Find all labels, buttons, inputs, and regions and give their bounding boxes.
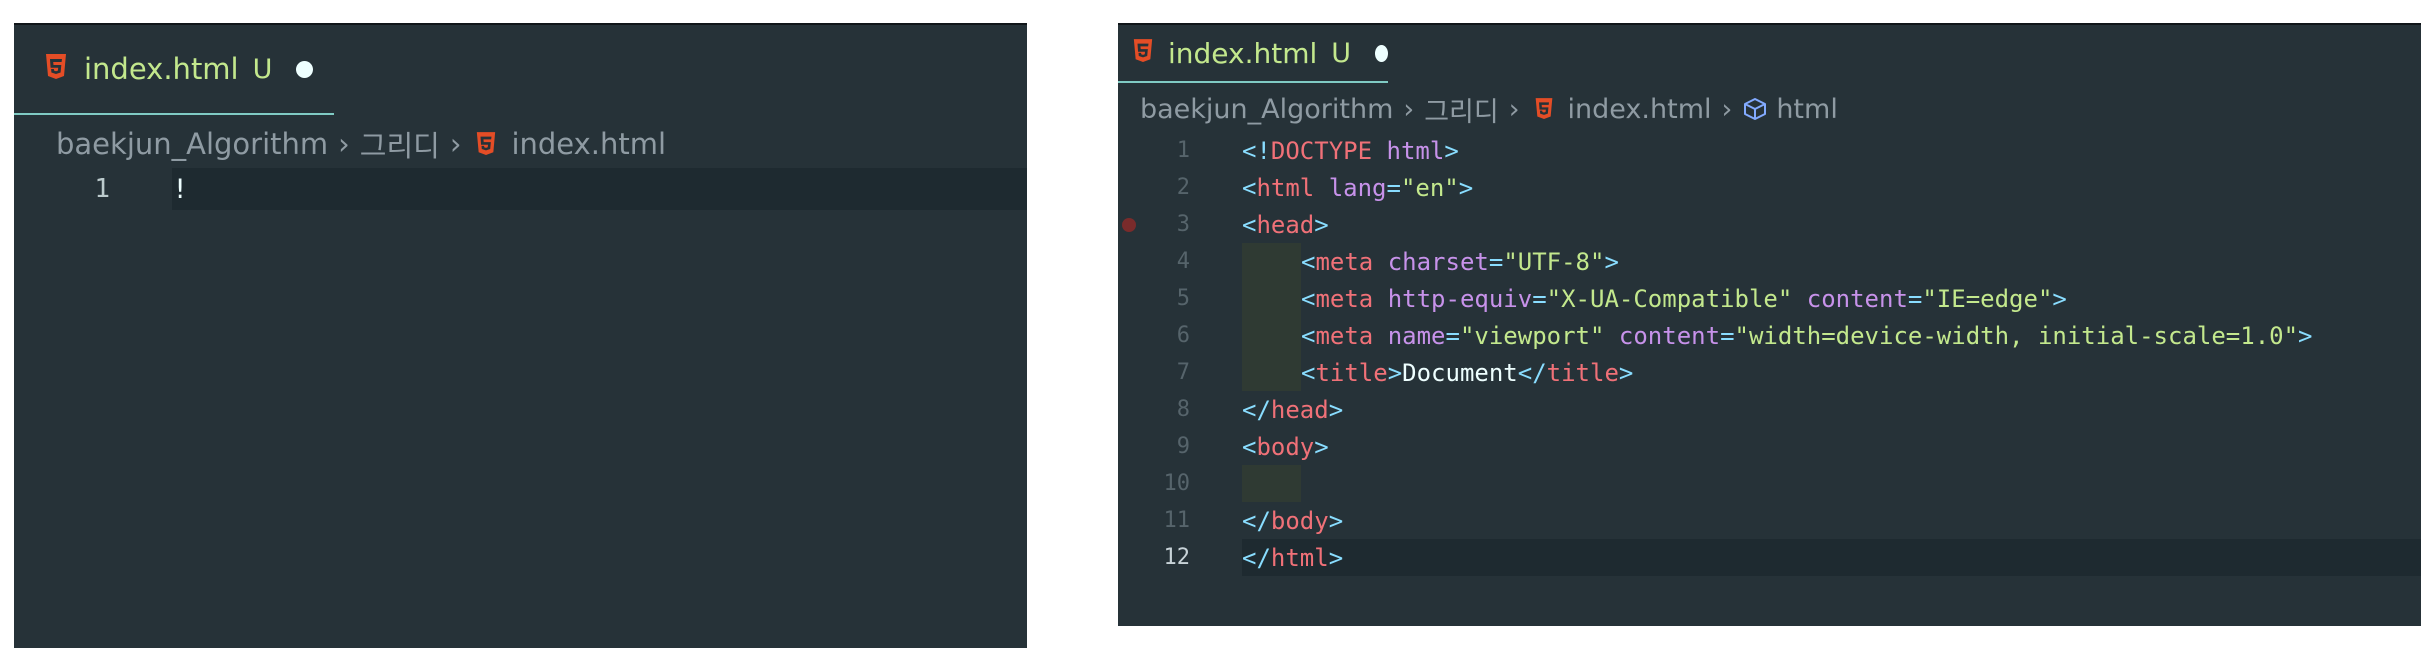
- code-text[interactable]: </html>: [1242, 544, 1343, 572]
- code-editor[interactable]: 1 !: [14, 168, 1027, 210]
- breadcrumb-symbol[interactable]: html: [1776, 94, 1838, 125]
- tab-filename: index.html: [1168, 36, 1318, 70]
- chevron-right-icon: ›: [1403, 93, 1415, 125]
- active-line-highlight: [172, 168, 1027, 210]
- breadcrumb: baekjun_Algorithm › 그리디 › index.html: [56, 122, 666, 166]
- unsaved-dot-icon[interactable]: [1375, 44, 1388, 62]
- chevron-right-icon: ›: [1508, 93, 1520, 125]
- code-text[interactable]: <meta name="viewport" content="width=dev…: [1301, 322, 2313, 350]
- code-line[interactable]: 6 <meta name="viewport" content="width=d…: [1118, 317, 2421, 354]
- code-line[interactable]: 7 <title>Document</title>: [1118, 354, 2421, 391]
- html5-file-icon: [475, 131, 497, 157]
- code-line[interactable]: 10: [1118, 465, 2421, 502]
- indent-guide: [1242, 280, 1301, 317]
- code-line[interactable]: 4 <meta charset="UTF-8">: [1118, 243, 2421, 280]
- code-line[interactable]: 5 <meta http-equiv="X-UA-Compatible" con…: [1118, 280, 2421, 317]
- code-line[interactable]: 9 <body>: [1118, 428, 2421, 465]
- breadcrumb: baekjun_Algorithm › 그리디 › index.html › h…: [1140, 89, 1838, 129]
- breadcrumb-file[interactable]: index.html: [1568, 94, 1712, 125]
- line-number: 7: [1176, 360, 1190, 385]
- html5-file-icon: [44, 53, 68, 85]
- code-text[interactable]: </body>: [1242, 507, 1343, 535]
- breadcrumb-folder-greedy[interactable]: 그리디: [360, 123, 440, 165]
- line-number: 6: [1176, 323, 1190, 348]
- breadcrumb-folder-greedy[interactable]: 그리디: [1424, 90, 1499, 129]
- code-text[interactable]: </head>: [1242, 396, 1343, 424]
- indent-guide: [1242, 317, 1301, 354]
- line-number: 4: [1176, 249, 1190, 274]
- chevron-right-icon: ›: [1721, 93, 1733, 125]
- code-line[interactable]: 2 <html lang="en">: [1118, 169, 2421, 206]
- editor-tab-index-html[interactable]: index.html U: [14, 25, 334, 115]
- code-text[interactable]: <meta charset="UTF-8">: [1301, 248, 1619, 276]
- editor-tab-index-html[interactable]: index.html U: [1118, 25, 1388, 83]
- chevron-right-icon: ›: [449, 127, 462, 161]
- active-line-highlight: [1242, 539, 2421, 576]
- line-number: 2: [1176, 175, 1190, 200]
- line-number: 12: [1163, 545, 1191, 570]
- code-line[interactable]: 1 <!DOCTYPE html>: [1118, 132, 2421, 169]
- code-line[interactable]: 8 </head>: [1118, 391, 2421, 428]
- line-number: 11: [1163, 508, 1191, 533]
- code-text[interactable]: <!DOCTYPE html>: [1242, 137, 1459, 165]
- code-editor[interactable]: 1 <!DOCTYPE html> 2 <html lang="en"> 3 <…: [1118, 132, 2421, 576]
- line-number: 5: [1176, 286, 1190, 311]
- line-number: 8: [1176, 397, 1190, 422]
- breadcrumb-folder-root[interactable]: baekjun_Algorithm: [1140, 94, 1393, 125]
- breadcrumb-folder-root[interactable]: baekjun_Algorithm: [56, 127, 328, 161]
- symbol-cube-icon: [1742, 97, 1768, 121]
- tab-filename: index.html: [84, 52, 239, 86]
- code-text[interactable]: <body>: [1242, 433, 1329, 461]
- git-untracked-badge: U: [1331, 37, 1352, 69]
- line-number: 1: [1176, 138, 1190, 163]
- indent-guide: [1242, 354, 1301, 391]
- code-text[interactable]: <html lang="en">: [1242, 174, 1473, 202]
- line-number: 9: [1176, 434, 1190, 459]
- code-line[interactable]: 12 </html>: [1118, 539, 2421, 576]
- code-text[interactable]: <title>Document</title>: [1301, 359, 1633, 387]
- html5-file-icon: [1534, 97, 1554, 121]
- indent-guide: [1242, 243, 1301, 280]
- code-line[interactable]: 3 <head>: [1118, 206, 2421, 243]
- code-text[interactable]: !: [172, 174, 188, 205]
- html5-file-icon: [1132, 38, 1154, 68]
- indent-guide: [1242, 465, 1301, 502]
- line-number: 1: [94, 174, 110, 204]
- breadcrumb-file[interactable]: index.html: [511, 127, 666, 161]
- code-line[interactable]: 1 !: [14, 168, 1027, 210]
- code-line[interactable]: 11 </body>: [1118, 502, 2421, 539]
- code-text[interactable]: <meta http-equiv="X-UA-Compatible" conte…: [1301, 285, 2067, 313]
- chevron-right-icon: ›: [338, 127, 350, 161]
- line-number: 10: [1163, 471, 1191, 496]
- left-editor-pane: index.html U baekjun_Algorithm › 그리디 › i…: [14, 23, 1027, 648]
- code-text[interactable]: <head>: [1242, 211, 1329, 239]
- breakpoint-icon[interactable]: [1122, 217, 1136, 232]
- unsaved-dot-icon[interactable]: [296, 60, 314, 78]
- right-editor-pane: index.html U baekjun_Algorithm › 그리디 › i…: [1118, 23, 2421, 626]
- git-untracked-badge: U: [252, 53, 273, 85]
